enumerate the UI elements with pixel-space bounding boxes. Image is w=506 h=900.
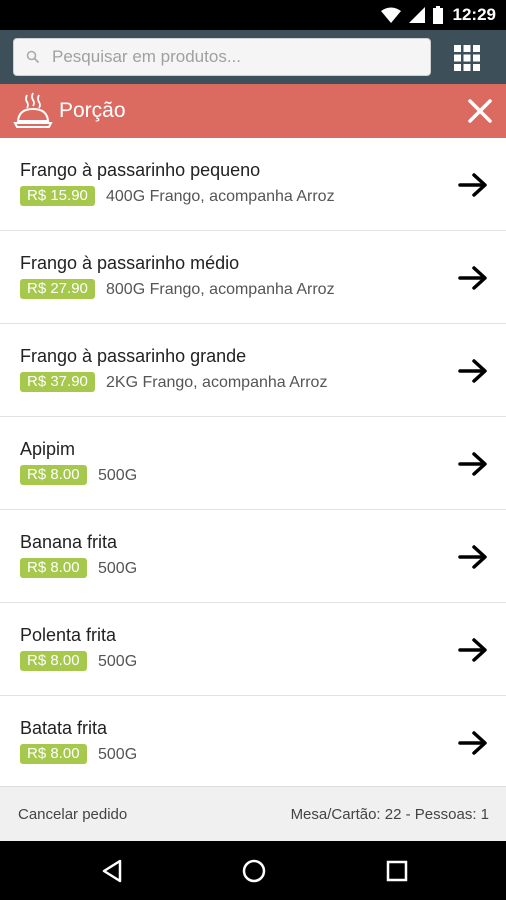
product-description: 500G [98,560,138,577]
category-bar: Porção [0,84,506,138]
product-description: 500G [98,746,138,763]
arrow-right-icon[interactable] [458,265,488,291]
product-name: Batata frita [20,718,108,738]
product-name: Banana frita [20,532,118,552]
product-name: Frango à passarinho médio [20,253,240,273]
arrow-right-icon[interactable] [458,637,488,663]
product-item[interactable]: Polenta frita R$ 8.00 500G [0,603,506,696]
price-badge: R$ 8.00 [20,651,87,671]
wifi-icon [380,7,401,23]
navigation-bar [0,841,506,900]
cloche-icon [13,92,53,128]
category-title: Porção [59,99,126,122]
product-description: 500G [98,467,138,484]
arrow-right-icon[interactable] [458,544,488,570]
battery-icon [432,6,443,24]
product-name: Polenta frita [20,625,117,645]
search-header [0,30,506,84]
home-icon[interactable] [241,858,267,884]
arrow-right-icon[interactable] [458,730,488,756]
cancel-order-button[interactable]: Cancelar pedido [18,806,127,823]
product-list: Frango à passarinho pequeno R$ 15.90 400G … [0,138,506,786]
price-badge: R$ 15.90 [20,186,95,206]
product-description: 2KG Frango, acompanha Arroz [106,374,328,391]
arrow-right-icon[interactable] [458,172,488,198]
product-description: 800G Frango, acompanha Arroz [106,281,335,298]
status-bar: 12:29 [0,0,506,30]
price-badge: R$ 8.00 [20,558,87,578]
price-badge: R$ 8.00 [20,465,87,485]
search-icon [26,50,40,64]
product-name: Apipim [20,439,76,459]
status-time: 12:29 [452,5,496,24]
product-item[interactable]: Batata frita R$ 8.00 500G [0,696,506,786]
search-box[interactable] [13,38,431,76]
recents-icon[interactable] [385,858,409,884]
product-item[interactable]: Frango à passarinho pequeno R$ 15.90 400G … [0,138,506,231]
product-item[interactable]: Banana frita R$ 8.00 500G [0,510,506,603]
price-badge: R$ 27.90 [20,279,95,299]
status-icons: 12:29 [380,5,496,25]
product-description: 400G Frango, acompanha Arroz [106,188,335,205]
back-icon[interactable] [100,858,124,884]
price-badge: R$ 37.90 [20,372,95,392]
signal-icon [408,7,425,23]
product-item[interactable]: Frango à passarinho médio R$ 27.90 800G Fr… [0,231,506,324]
product-name: Frango à passarinho grande [20,346,247,366]
price-badge: R$ 8.00 [20,744,87,764]
product-item[interactable]: Frango à passarinho grande R$ 37.90 2KG Fr… [0,324,506,417]
grid-menu-icon[interactable] [452,43,482,73]
product-item[interactable]: Apipim R$ 8.00 500G [0,417,506,510]
table-info: Mesa/Cartão: 22 - Pessoas: 1 [290,806,489,823]
arrow-right-icon[interactable] [458,358,488,384]
search-input[interactable] [52,47,402,67]
order-footer: Cancelar pedido Mesa/Cartão: 22 - Pessoa… [0,786,506,841]
product-name: Frango à passarinho pequeno [20,160,261,180]
product-description: 500G [98,653,138,670]
close-icon[interactable] [466,97,494,125]
arrow-right-icon[interactable] [458,451,488,477]
